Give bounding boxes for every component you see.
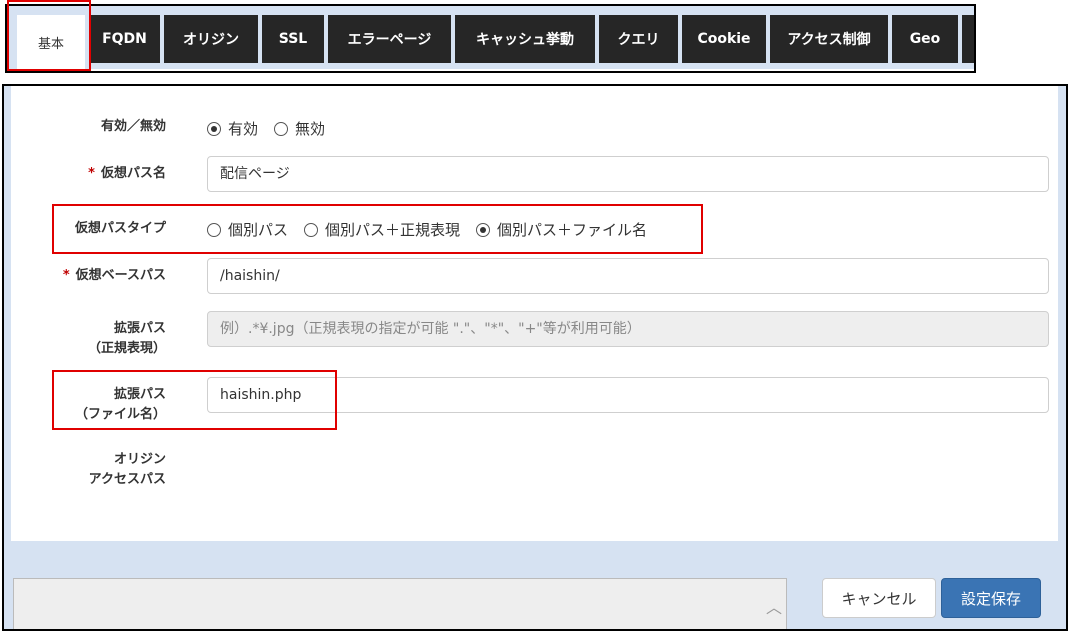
- radio-unselected-icon: [274, 121, 289, 136]
- tab-overflow[interactable]: [962, 15, 974, 63]
- virtual-base-path-input[interactable]: /haishin/: [207, 258, 1049, 294]
- radio-selected-icon: [207, 121, 221, 136]
- tab-ssl[interactable]: SSL: [262, 15, 324, 63]
- enabled-option-on[interactable]: 有効: [207, 118, 258, 139]
- highlight-virtual-path-type: [52, 204, 703, 254]
- required-mark: *: [88, 166, 95, 181]
- ext-path-regex-input: 例）.*¥.jpg（正規表現の指定が可能 "."、"*"、"+"等が利用可能）: [207, 311, 1049, 347]
- origin-access-path-label: オリジン アクセスパス: [88, 452, 166, 487]
- tab-access-control[interactable]: アクセス制御: [770, 15, 888, 63]
- highlight-ext-path-filename: [52, 370, 337, 430]
- enabled-option-off[interactable]: 無効: [274, 118, 325, 139]
- tab-strip: 基本 FQDN オリジン SSL エラーページ キャッシュ挙動 クエリ Cook…: [5, 4, 976, 73]
- enabled-label: 有効／無効: [100, 119, 166, 134]
- virtual-base-path-label: * 仮想ベースパス: [62, 268, 166, 283]
- tab-geo[interactable]: Geo: [892, 15, 958, 63]
- virtual-path-name-input[interactable]: 配信ページ: [207, 156, 1049, 192]
- tab-error-page[interactable]: エラーページ: [328, 15, 451, 63]
- chevron-up-icon[interactable]: ︿: [766, 594, 782, 618]
- form-area: 有効／無効 有効 無効 * 仮想パス名 配信ページ 仮想パスタイプ 個別パス 個別…: [11, 86, 1058, 541]
- tab-bar: 基本 FQDN オリジン SSL エラーページ キャッシュ挙動 クエリ Cook…: [7, 6, 974, 69]
- ext-path-regex-label: 拡張パス （正規表現）: [87, 321, 166, 356]
- virtual-path-name-label: * 仮想パス名: [88, 166, 166, 181]
- cancel-button[interactable]: キャンセル: [822, 578, 936, 618]
- tab-query[interactable]: クエリ: [599, 15, 678, 63]
- settings-panel: 有効／無効 有効 無効 * 仮想パス名 配信ページ 仮想パスタイプ 個別パス 個別…: [2, 84, 1068, 631]
- enabled-radio-group: 有効 無効: [207, 118, 341, 139]
- tab-cache-behavior[interactable]: キャッシュ挙動: [455, 15, 595, 63]
- required-mark: *: [62, 268, 70, 283]
- save-settings-button[interactable]: 設定保存: [941, 578, 1041, 618]
- tab-fqdn[interactable]: FQDN: [89, 15, 160, 63]
- footer-textarea[interactable]: [13, 578, 787, 629]
- highlight-tab-basic: [7, 0, 91, 71]
- tab-origin[interactable]: オリジン: [164, 15, 258, 63]
- tab-cookie[interactable]: Cookie: [682, 15, 766, 63]
